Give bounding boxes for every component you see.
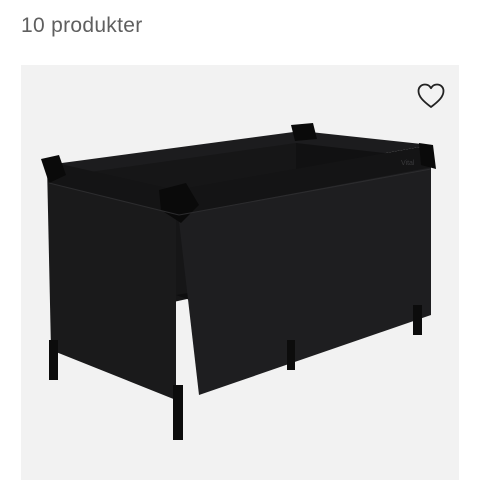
wishlist-button[interactable] xyxy=(415,81,447,111)
heart-outline-icon xyxy=(417,83,445,108)
cot-leg-mid xyxy=(287,340,295,370)
corner-cap-right xyxy=(419,143,436,169)
product-image[interactable]: Vital xyxy=(21,65,459,480)
cot-leg-right xyxy=(413,305,422,335)
product-card[interactable]: Vital xyxy=(21,65,459,480)
brand-mark: Vital xyxy=(401,160,415,167)
corner-cap-back xyxy=(291,123,317,141)
product-listing-page: 10 produkter Vital xyxy=(0,0,480,480)
cot-leg-left xyxy=(49,340,58,380)
result-count: 10 produkter xyxy=(21,14,143,37)
cot-leg-front xyxy=(173,385,183,440)
